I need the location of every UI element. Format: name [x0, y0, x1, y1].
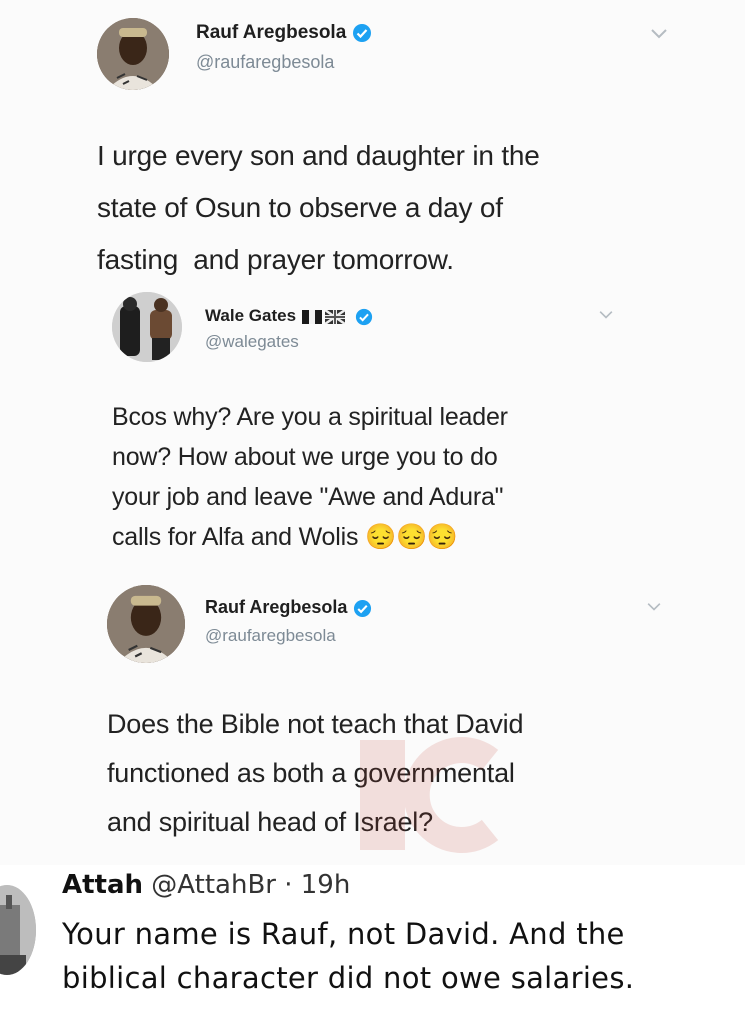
handle[interactable]: @raufaregbesola [205, 626, 336, 646]
verified-badge-icon [355, 308, 373, 325]
tweet-text: Bcos why? Are you a spiritual leader now… [112, 397, 672, 557]
nigeria-flag-icon [302, 309, 323, 324]
avatar[interactable] [107, 585, 185, 663]
tweet-text-line: fasting and prayer tomorrow. [97, 244, 454, 275]
reply-header: Attah @AttahBr · 19h [62, 870, 350, 900]
display-name-text: Rauf Aregbesola [196, 22, 347, 43]
display-name[interactable]: Rauf Aregbesola [196, 22, 372, 44]
tweet-text: Does the Bible not teach that David func… [107, 700, 687, 847]
tweet-text: I urge every son and daughter in the sta… [97, 130, 697, 286]
handle-and-time[interactable]: @AttahBr · 19h [143, 870, 350, 900]
reply-text-line: biblical character did not owe salaries. [62, 961, 635, 995]
tweet-text-line: now? How about we urge you to do [112, 443, 498, 471]
avatar[interactable] [112, 292, 182, 362]
tweet-text-line: calls for Alfa and Wolis 😔😔😔 [112, 517, 672, 557]
chevron-down-icon[interactable] [650, 28, 668, 40]
display-name[interactable]: Rauf Aregbesola [205, 597, 372, 618]
pensive-face-emoji: 😔 [365, 523, 396, 551]
tweet-text-line: Does the Bible not teach that David [107, 709, 524, 739]
pensive-face-emoji: 😔 [426, 523, 458, 551]
uk-flag-icon [325, 309, 346, 324]
verified-badge-icon [354, 599, 372, 617]
display-name-text: Rauf Aregbesola [205, 597, 348, 617]
avatar-image [97, 18, 169, 90]
verified-badge-icon [353, 23, 372, 42]
tweet-text-line: I urge every son and daughter in the [97, 140, 540, 171]
tweet-text-line: your job and leave "Awe and Adura" [112, 483, 504, 511]
reply-text-line: Your name is Rauf, not David. And the [62, 917, 625, 951]
tweet-text-line: Bcos why? Are you a spiritual leader [112, 403, 508, 431]
avatar-image [107, 585, 185, 663]
pensive-face-emoji: 😔 [395, 523, 427, 551]
reply-text: Your name is Rauf, not David. And the bi… [62, 912, 742, 1000]
chevron-down-icon[interactable] [646, 602, 662, 612]
chevron-down-icon[interactable] [598, 310, 614, 320]
tweet-text-line: and spiritual head of Israel? [107, 807, 433, 837]
display-name[interactable]: Attah [62, 870, 143, 900]
handle[interactable]: @walegates [205, 332, 299, 352]
tweet-text-line: state of Osun to observe a day of [97, 192, 503, 223]
tweet-text-line: functioned as both a governmental [107, 758, 515, 788]
tweet-text-segment: calls for Alfa and Wolis [112, 523, 359, 551]
display-name-text: Wale Gates [205, 306, 297, 325]
handle[interactable]: @raufaregbesola [196, 52, 334, 73]
display-name[interactable]: Wale Gates [205, 306, 373, 326]
avatar-image [112, 292, 182, 362]
avatar[interactable] [97, 18, 169, 90]
